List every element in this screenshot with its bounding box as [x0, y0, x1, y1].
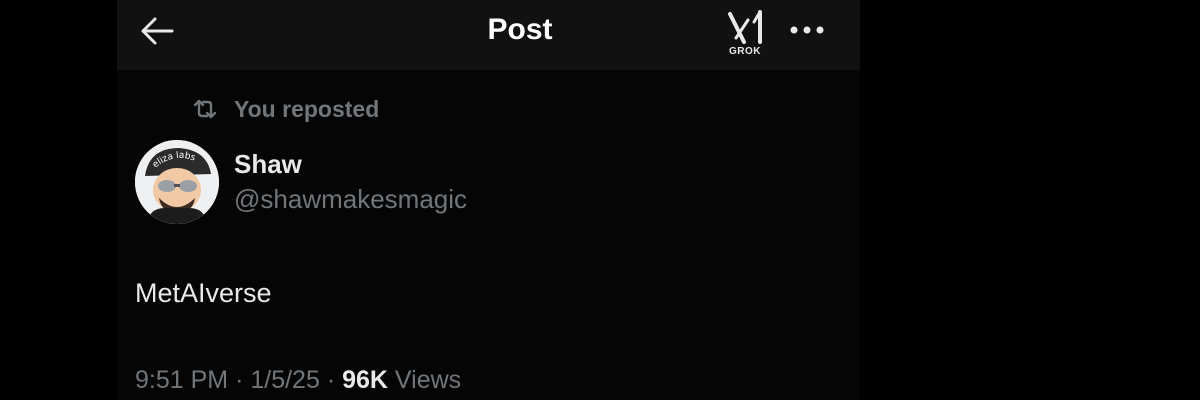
- post-date[interactable]: 1/5/25: [250, 366, 320, 394]
- post-time[interactable]: 9:51 PM: [135, 366, 228, 394]
- post-meta: 9:51 PM · 1/5/25 · 96K Views: [135, 366, 461, 395]
- author-name[interactable]: Shaw: [234, 149, 302, 180]
- repost-indicator: You reposted: [192, 94, 379, 124]
- more-options-button[interactable]: [786, 16, 828, 44]
- back-button[interactable]: [138, 12, 176, 50]
- views-label: Views: [394, 366, 462, 394]
- author-handle[interactable]: @shawmakesmagic: [234, 184, 467, 215]
- post-text: MetAIverse: [135, 278, 272, 308]
- avatar-image: eliza labs: [135, 140, 219, 224]
- avatar[interactable]: eliza labs: [135, 140, 219, 224]
- arrow-left-icon: [141, 17, 174, 45]
- meta-separator: ·: [235, 366, 244, 394]
- grok-button[interactable]: GROK: [724, 8, 766, 58]
- repost-icon: [193, 99, 217, 119]
- grok-icon: [728, 10, 762, 44]
- page-title: Post: [487, 13, 553, 46]
- grok-label: GROK: [729, 46, 761, 57]
- repost-text: You reposted: [234, 95, 380, 122]
- meta-separator: ·: [326, 366, 336, 394]
- ellipsis-horizontal-icon: [790, 26, 824, 34]
- views-count[interactable]: 96K: [342, 366, 388, 394]
